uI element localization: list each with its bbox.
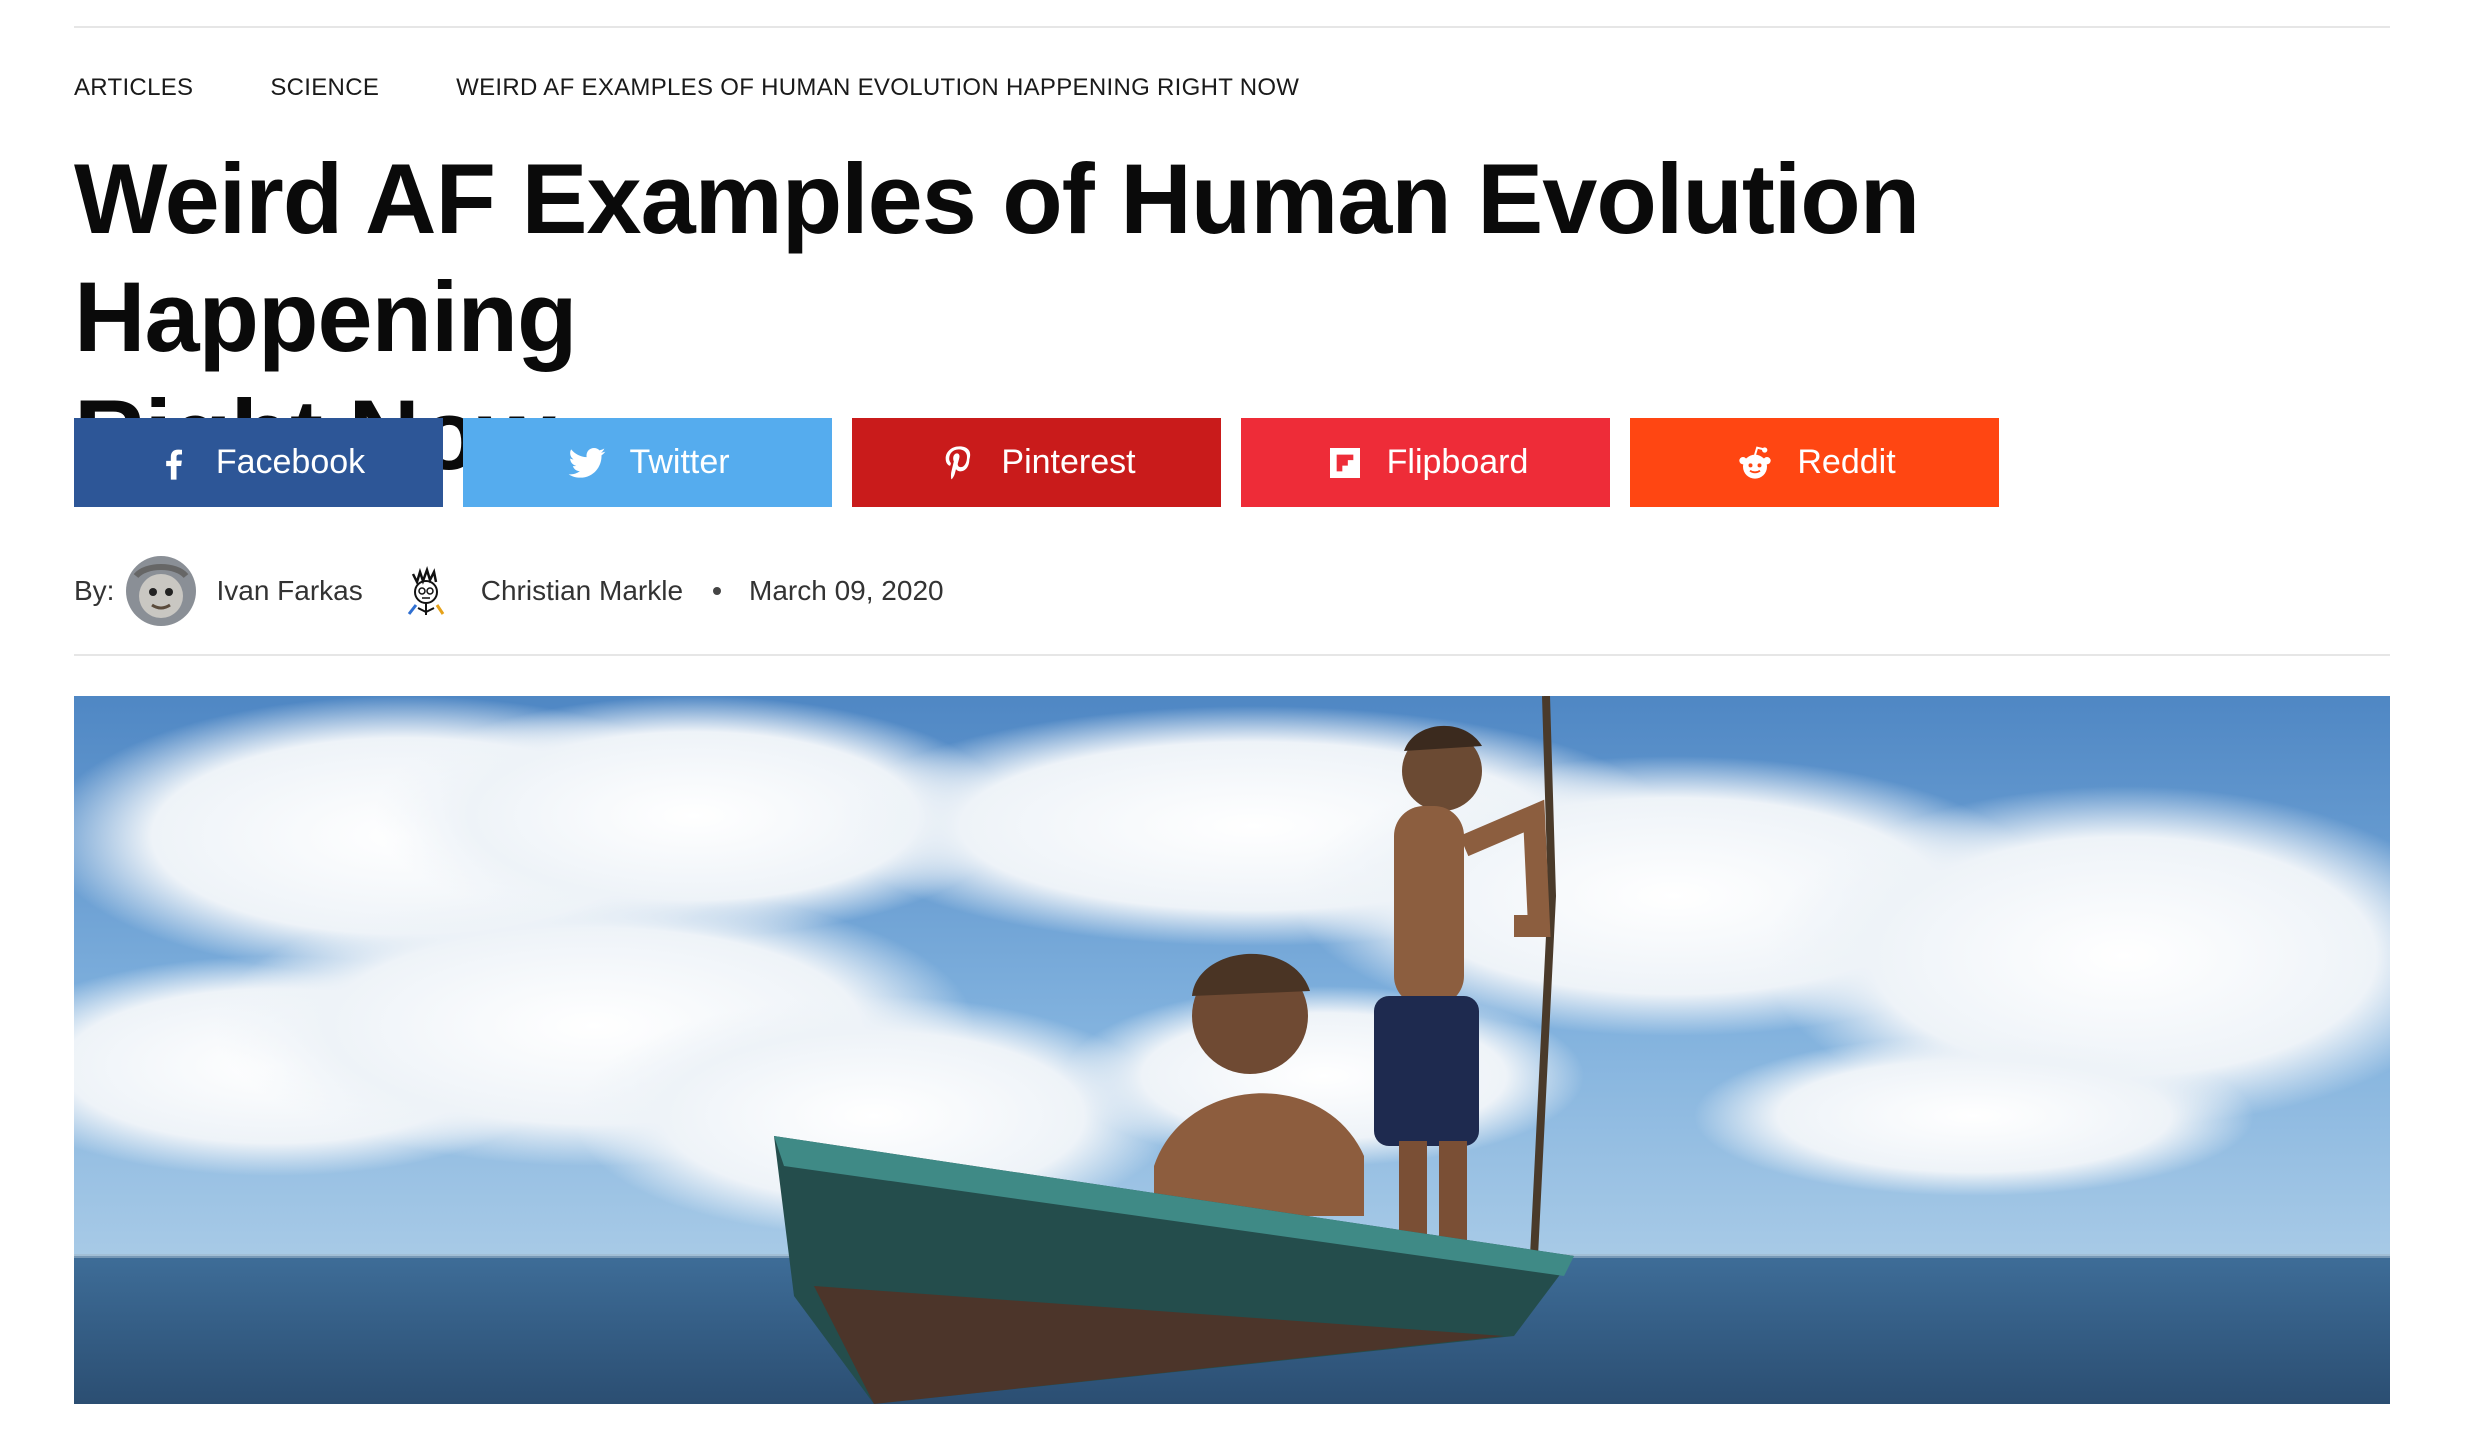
share-twitter-button[interactable]: Twitter (463, 418, 832, 507)
article-page: ARTICLES SCIENCE WEIRD AF EXAMPLES OF HU… (0, 0, 2472, 1434)
share-pinterest-label: Pinterest (1001, 443, 1136, 481)
share-flipboard-label: Flipboard (1386, 443, 1529, 481)
share-facebook-label: Facebook (215, 443, 366, 481)
share-flipboard-button[interactable]: Flipboard (1241, 418, 1610, 507)
byline-separator-dot (713, 587, 722, 595)
share-facebook-button[interactable]: Facebook (74, 418, 443, 507)
share-bar: Facebook Twitter Pinterest Flipboard Red… (74, 418, 2019, 507)
pinterest-icon (937, 441, 981, 485)
reddit-icon (1733, 441, 1777, 485)
breadcrumb-current: WEIRD AF EXAMPLES OF HUMAN EVOLUTION HAP… (456, 74, 1300, 101)
share-reddit-label: Reddit (1797, 443, 1896, 481)
share-pinterest-button[interactable]: Pinterest (852, 418, 1221, 507)
facebook-icon (152, 441, 196, 485)
byline-prefix: By: (74, 575, 115, 606)
breadcrumb-articles[interactable]: ARTICLES (74, 74, 193, 102)
author-link-ivan-farkas[interactable]: Ivan Farkas (216, 575, 362, 607)
avatar-ivan-farkas[interactable] (126, 556, 197, 626)
top-divider (74, 26, 2390, 28)
publish-date: March 09, 2020 (749, 575, 944, 606)
byline-divider (74, 654, 2390, 656)
author-link-christian-markle[interactable]: Christian Markle (481, 575, 683, 607)
title-line-1: Weird AF Examples of Human Evolution Hap… (74, 143, 1920, 372)
flipboard-icon (1323, 441, 1367, 485)
breadcrumb-science[interactable]: SCIENCE (270, 74, 379, 102)
share-twitter-label: Twitter (629, 443, 730, 481)
breadcrumb: ARTICLES SCIENCE WEIRD AF EXAMPLES OF HU… (74, 72, 1299, 104)
byline: By: Ivan Farkas Christian Markle March 0… (74, 556, 944, 626)
avatar-christian-markle[interactable] (390, 556, 461, 626)
hero-image (74, 696, 2390, 1404)
share-reddit-button[interactable]: Reddit (1630, 418, 1999, 507)
twitter-icon (565, 441, 609, 485)
